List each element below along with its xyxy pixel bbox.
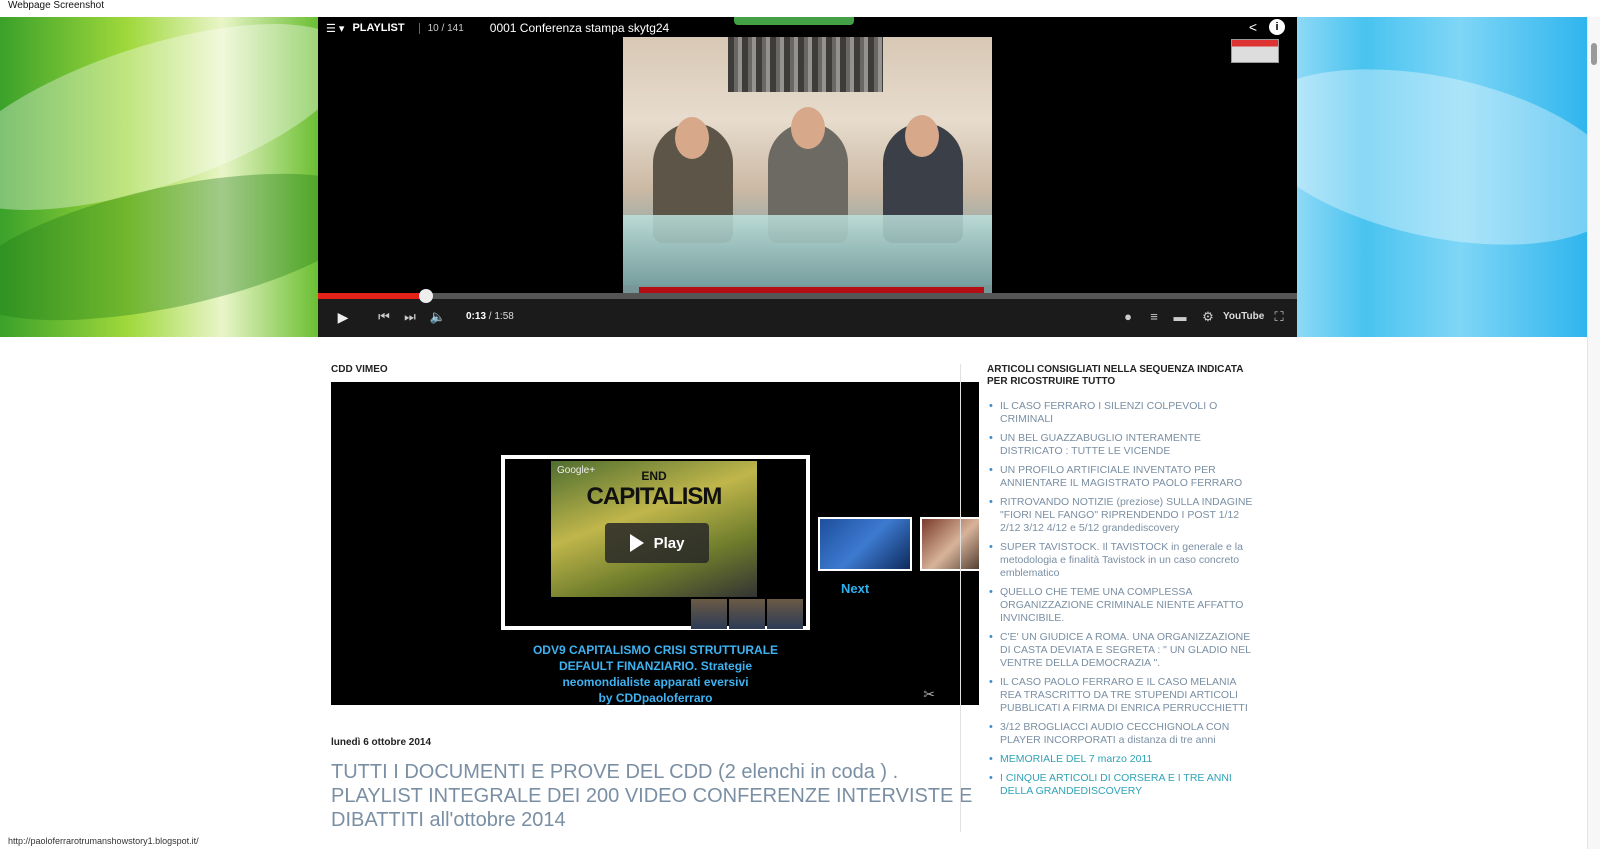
person-head — [675, 117, 709, 159]
youtube-player[interactable]: ☰ ▾ PLAYLIST 10 / 141 0001 Conferenza st… — [318, 17, 1297, 337]
status-bar-url: http://paoloferrarotrumanshowstory1.blog… — [0, 836, 199, 849]
window-title: Webpage Screenshot — [8, 0, 104, 11]
next-link[interactable]: Next — [841, 581, 869, 596]
window-title-bar: Webpage Screenshot — [0, 0, 1600, 17]
scrollbar-thumb[interactable] — [1591, 43, 1597, 65]
playlist-label[interactable]: PLAYLIST — [352, 22, 404, 34]
volume-icon[interactable]: 🔈 — [428, 307, 448, 327]
playlist-count: 10 / 141 — [418, 22, 464, 34]
player-controls: ▶ ⏮ ⏭ 🔈 0:13 / 1:58 ● ≡ ▬ ⚙ YouTube ⛶ — [318, 289, 1297, 337]
annotations-icon[interactable]: ● — [1119, 307, 1137, 327]
captions-icon[interactable]: ▬ — [1171, 307, 1189, 327]
artwork-text-capitalism: CAPITALISM — [586, 483, 723, 510]
previous-icon[interactable]: ⏮ — [374, 307, 394, 327]
video-frame[interactable]: MAGISTRATO DENUNCIA SETTE E POTERI OCCUL… — [623, 37, 992, 313]
sidebar-article-link[interactable]: UN BEL GUAZZABUGLIO INTERAMENTE DISTRICA… — [987, 432, 1255, 458]
play-icon[interactable]: ▶ — [332, 307, 354, 327]
vimeo-embed[interactable]: Google+ END CAPITALISM Play Next ODV9 CA… — [331, 382, 979, 705]
sidebar: ARTICOLI CONSIGLIATI NELLA SEQUENZA INDI… — [987, 364, 1255, 804]
video-title[interactable]: 0001 Conferenza stampa skytg24 — [490, 21, 669, 35]
sidebar-article-link[interactable]: C'E' UN GIUDICE A ROMA. UNA ORGANIZZAZIO… — [987, 631, 1255, 670]
sidebar-article-link[interactable]: UN PROFILO ARTIFICIALE INVENTATO PER ANN… — [987, 464, 1255, 490]
time-display: 0:13 / 1:58 — [466, 307, 514, 327]
caption-author[interactable]: by CDDpaoloferraro — [501, 690, 810, 705]
wall-photo — [728, 37, 883, 92]
playlist-icon[interactable]: ≡ — [1145, 307, 1163, 327]
play-triangle-icon — [629, 534, 644, 552]
info-icon[interactable]: i — [1269, 19, 1285, 35]
play-button-label: Play — [653, 534, 685, 552]
settings-gear-icon[interactable]: ⚙ — [1199, 307, 1217, 327]
recommended-articles-list: IL CASO FERRARO I SILENZI COLPEVOLI O CR… — [987, 400, 1255, 798]
post-date: lunedì 6 ottobre 2014 — [331, 737, 432, 748]
channel-logo — [1231, 39, 1279, 63]
caption-line[interactable]: neomondialiste apparati eversivi — [501, 674, 810, 690]
progress-fill — [318, 293, 426, 299]
sidebar-article-link[interactable]: 3/12 BROGLIACCI AUDIO CECCHIGNOLA CON PL… — [987, 721, 1255, 747]
youtube-logo[interactable]: YouTube — [1223, 307, 1264, 327]
column-divider — [960, 364, 961, 832]
sidebar-article-link[interactable]: IL CASO FERRARO I SILENZI COLPEVOLI O CR… — [987, 400, 1255, 426]
caption-line[interactable]: DEFAULT FINANZIARIO. Strategie — [501, 658, 810, 674]
fullscreen-icon[interactable]: ⛶ — [1269, 307, 1289, 327]
thumbnail-strip — [691, 599, 803, 629]
next-video-thumbnail[interactable] — [920, 517, 979, 571]
time-total: / 1:58 — [486, 311, 514, 322]
artwork-text-end: END — [641, 469, 667, 483]
play-button[interactable]: Play — [605, 523, 709, 563]
sidebar-article-link[interactable]: IL CASO PAOLO FERRARO E IL CASO MELANIA … — [987, 676, 1255, 715]
playlist-header[interactable]: ☰ ▾ PLAYLIST 10 / 141 0001 Conferenza st… — [318, 17, 1297, 39]
page-scrollbar[interactable] — [1587, 17, 1600, 849]
sidebar-article-link[interactable]: QUELLO CHE TEME UNA COMPLESSA ORGANIZZAZ… — [987, 586, 1255, 625]
post-title[interactable]: TUTTI I DOCUMENTI E PROVE DEL CDD (2 ele… — [331, 760, 979, 832]
progress-bar[interactable] — [318, 289, 1297, 303]
sidebar-title: ARTICOLI CONSIGLIATI NELLA SEQUENZA INDI… — [987, 364, 1244, 387]
next-video-thumbnail[interactable] — [818, 517, 912, 571]
share-icon[interactable]: < — [1245, 19, 1261, 35]
wrench-icon[interactable]: ✂ — [923, 686, 935, 703]
glass-table — [623, 215, 992, 285]
person-head — [905, 115, 939, 157]
main-column: CDD VIMEO Google+ END CAPITALISM Play Ne… — [331, 364, 979, 832]
sidebar-article-link[interactable]: SUPER TAVISTOCK. Il TAVISTOCK in general… — [987, 541, 1255, 580]
featured-video-thumbnail[interactable]: Google+ END CAPITALISM Play — [501, 455, 810, 630]
sidebar-article-link[interactable]: I CINQUE ARTICOLI DI CORSERA E I TRE ANN… — [987, 772, 1255, 798]
playlist-menu-icon[interactable]: ☰ ▾ — [326, 22, 344, 35]
next-track-icon[interactable]: ⏭ — [400, 307, 420, 327]
video-caption[interactable]: ODV9 CAPITALISMO CRISI STRUTTURALE DEFAU… — [501, 642, 810, 705]
person-head — [791, 107, 825, 149]
progress-knob[interactable] — [418, 289, 433, 303]
time-current: 0:13 — [466, 311, 487, 322]
sidebar-article-link[interactable]: MEMORIALE DEL 7 marzo 2011 — [987, 753, 1255, 766]
caption-line[interactable]: ODV9 CAPITALISMO CRISI STRUTTURALE — [501, 642, 810, 658]
sidebar-article-link[interactable]: RITROVANDO NOTIZIE (preziose) SULLA INDA… — [987, 496, 1255, 535]
vimeo-gadget-title: CDD VIMEO — [331, 364, 388, 375]
